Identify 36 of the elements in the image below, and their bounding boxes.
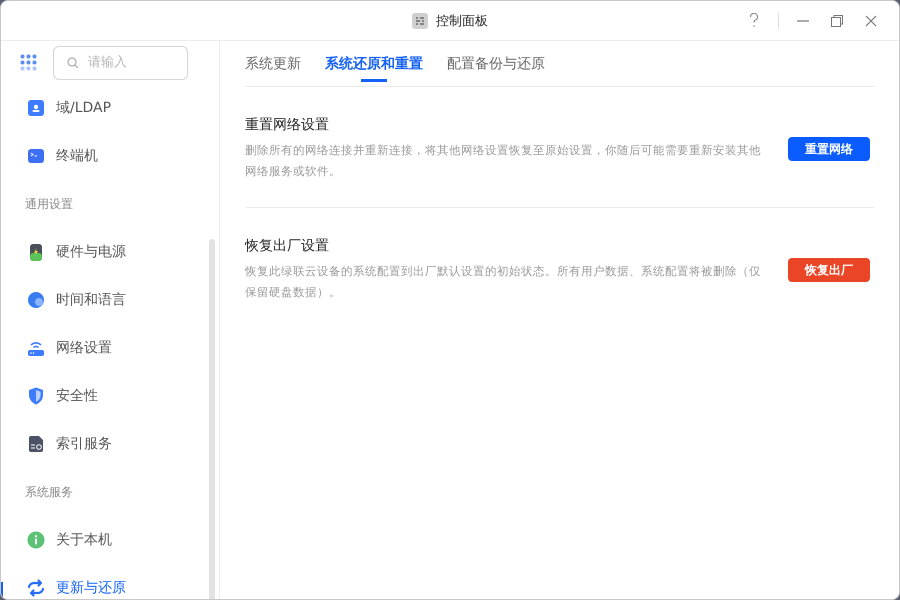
sidebar-item[interactable]: 安全性	[1, 372, 219, 420]
section-header: 系统服务	[25, 484, 73, 500]
app-grid-icon[interactable]	[20, 54, 37, 71]
setting-title: 重置网络设置	[245, 116, 330, 134]
id-card-icon	[26, 98, 46, 118]
scrollbar-thumb[interactable]	[209, 239, 215, 599]
search-icon	[67, 56, 79, 68]
close-icon[interactable]	[864, 14, 878, 28]
setting-description: 删除所有的网络连接并重新连接，将其他网络设置恢复至原始设置，你随后可能需要重新安装其他网络服务或软件。	[245, 142, 762, 180]
tab[interactable]: 系统更新	[245, 41, 301, 86]
terminal-icon	[26, 146, 46, 166]
section-header: 通用设置	[25, 196, 73, 212]
setting-description: 恢复此绿联云设备的系统配置到出厂默认设置的初始状态。所有用户数据、系统配置将被删除（仅保留硬盘数据）。	[245, 263, 762, 301]
shield-icon	[26, 386, 46, 406]
sidebar-item[interactable]: 关于本机	[1, 516, 219, 564]
restore-icon[interactable]	[830, 14, 844, 28]
sidebar-item[interactable]: 网络设置	[1, 324, 219, 372]
sidebar-item[interactable]: 索引服务	[1, 420, 219, 468]
factory-reset-button[interactable]: 恢复出厂	[788, 258, 870, 282]
sidebar-item[interactable]: 时间和语言	[1, 276, 219, 324]
sidebar-item[interactable]: 硬件与电源	[1, 228, 219, 276]
tab[interactable]: 配置备份与还原	[447, 41, 545, 86]
index-search-icon	[26, 434, 46, 454]
sidebar-item[interactable]: 终端机	[1, 132, 219, 180]
setting-title: 恢复出厂设置	[245, 237, 330, 255]
search-field[interactable]: 请输入	[53, 46, 188, 80]
info-icon	[26, 530, 46, 550]
window-title: 控制面板	[436, 12, 488, 30]
globe-icon	[26, 290, 46, 310]
tab[interactable]: 系统还原和重置	[325, 41, 423, 86]
reset-network-button[interactable]: 重置网络	[788, 137, 870, 161]
sync-icon	[26, 578, 46, 598]
sidebar-item[interactable]: 域/LDAP	[1, 84, 219, 132]
control-panel-icon	[412, 12, 428, 28]
help-icon[interactable]	[749, 13, 759, 28]
sidebar-item[interactable]: 更新与还原	[1, 564, 219, 599]
